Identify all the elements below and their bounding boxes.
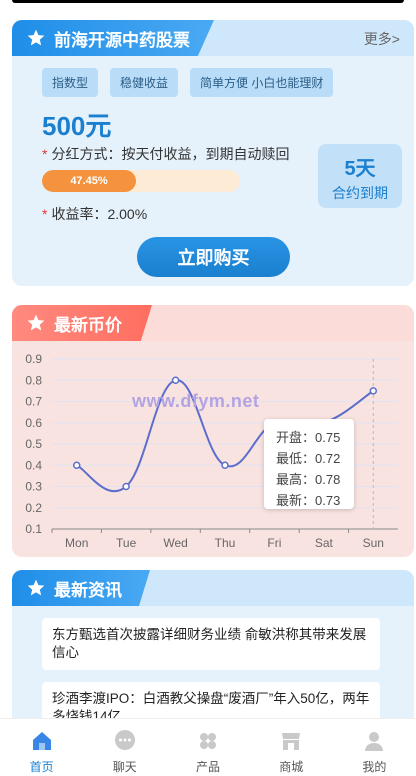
data-point: [171, 376, 180, 384]
nav-chat-label: 聊天: [112, 760, 137, 774]
news-title: 最新资讯: [54, 580, 122, 600]
product-card: 前海开源中药股票 更多> 指数型 稳健收益 简单方便 小白也能理财 500元 *…: [12, 20, 414, 286]
tooltip-latest: 最新：0.73: [276, 493, 341, 508]
product-tag: 稳健收益: [110, 68, 179, 97]
data-point: [122, 482, 130, 491]
price-card-header: 最新币价: [12, 305, 414, 341]
bottom-nav: 首页 聊天 产品 商城 我的: [0, 718, 416, 776]
progress-label: 47.45%: [70, 175, 108, 187]
y-tick-label: 0.9: [25, 352, 42, 366]
data-point: [221, 461, 229, 469]
x-tick-label: Fri: [267, 536, 281, 550]
y-tick-label: 0.6: [25, 416, 42, 430]
x-tick-label: Wed: [163, 536, 187, 550]
product-title: 前海开源中药股票: [54, 30, 190, 50]
nav-chat[interactable]: 聊天: [83, 719, 166, 776]
news-card: 最新资讯 东方甄选首次披露详细财务业绩 俞敏洪称其带来发展信心 珍酒李渡IPO：…: [12, 570, 414, 720]
buy-button[interactable]: 立即购买: [137, 237, 290, 277]
x-tick-label: Sun: [363, 536, 384, 550]
nav-home-label: 首页: [29, 760, 54, 774]
product-tag: 指数型: [42, 68, 99, 97]
more-link[interactable]: 更多>: [364, 29, 400, 49]
tooltip-low: 最低：0.72: [276, 451, 341, 466]
y-tick-label: 0.5: [25, 437, 42, 451]
y-tick-label: 0.3: [25, 480, 42, 494]
y-tick-label: 0.4: [25, 458, 42, 472]
x-tick-label: Thu: [215, 536, 236, 550]
nav-mall[interactable]: 商城: [250, 719, 333, 776]
tooltip-open: 开盘：0.75: [276, 430, 341, 445]
news-item[interactable]: 珍酒李渡IPO：白酒教父操盘“废酒厂”年入50亿，两年多烧钱14亿: [42, 682, 380, 720]
tooltip-high: 最高：0.78: [276, 472, 341, 487]
price-title-tab: 最新币价: [12, 305, 152, 341]
progress-fill: 47.45%: [42, 170, 136, 192]
product-card-header: 前海开源中药股票 更多>: [12, 20, 414, 56]
price-title: 最新币价: [54, 315, 122, 335]
progress-bar: 47.45%: [42, 170, 240, 192]
chat-icon: [114, 730, 135, 750]
y-tick-label: 0.7: [25, 395, 42, 409]
products-icon: [200, 733, 216, 749]
product-tag: 简单方便 小白也能理财: [190, 68, 334, 97]
dividend-text: 分红方式：按天付收益，到期自动赎回: [51, 146, 290, 162]
product-price: 500元: [42, 111, 112, 141]
yield-row: * 收益率：2.00%: [42, 204, 147, 224]
watermark-text: www.dfym.net: [132, 391, 260, 411]
data-point: [369, 387, 378, 395]
nav-profile[interactable]: 我的: [333, 719, 416, 776]
shop-icon: [282, 733, 301, 750]
top-status-bar: [0, 0, 416, 6]
x-tick-label: Tue: [116, 536, 137, 550]
product-tags: 指数型 稳健收益 简单方便 小白也能理财: [42, 68, 334, 97]
user-icon: [365, 732, 384, 751]
star-icon: [27, 29, 45, 46]
price-chart-card: 最新币价 0.9 0.8 0.7 0.6 0.5 0.4 0.3 0.2 0.1 Mon Tue We…: [12, 305, 414, 557]
chart-tooltip: 开盘：0.75 最低：0.72 最高：0.78 最新：0.73: [264, 419, 354, 509]
news-card-header: 最新资讯: [12, 570, 414, 606]
yield-text: 收益率：2.00%: [51, 206, 148, 222]
star-icon: [27, 579, 45, 596]
star-icon: [27, 314, 45, 331]
nav-products[interactable]: 产品: [166, 719, 249, 776]
term-label: 合约到期: [332, 185, 388, 201]
data-point: [72, 461, 81, 469]
dividend-row: * 分红方式：按天付收益，到期自动赎回: [42, 144, 289, 164]
term-box: 5天 合约到期: [318, 144, 402, 208]
nav-home[interactable]: 首页: [0, 719, 83, 776]
y-tick-label: 0.2: [25, 501, 42, 515]
x-tick-label: Mon: [65, 536, 88, 550]
nav-mall-label: 商城: [279, 760, 304, 774]
y-tick-label: 0.8: [25, 373, 42, 387]
y-tick-label: 0.1: [25, 522, 42, 536]
x-tick-label: Sat: [315, 536, 334, 550]
nav-products-label: 产品: [196, 760, 221, 774]
term-days: 5天: [344, 158, 376, 180]
nav-profile-label: 我的: [362, 760, 387, 774]
required-asterisk: *: [42, 206, 48, 222]
home-icon: [32, 732, 51, 750]
product-title-tab: 前海开源中药股票: [12, 20, 214, 56]
news-item[interactable]: 东方甄选首次披露详细财务业绩 俞敏洪称其带来发展信心: [42, 618, 380, 670]
required-asterisk: *: [42, 146, 48, 162]
news-title-tab: 最新资讯: [12, 570, 150, 606]
